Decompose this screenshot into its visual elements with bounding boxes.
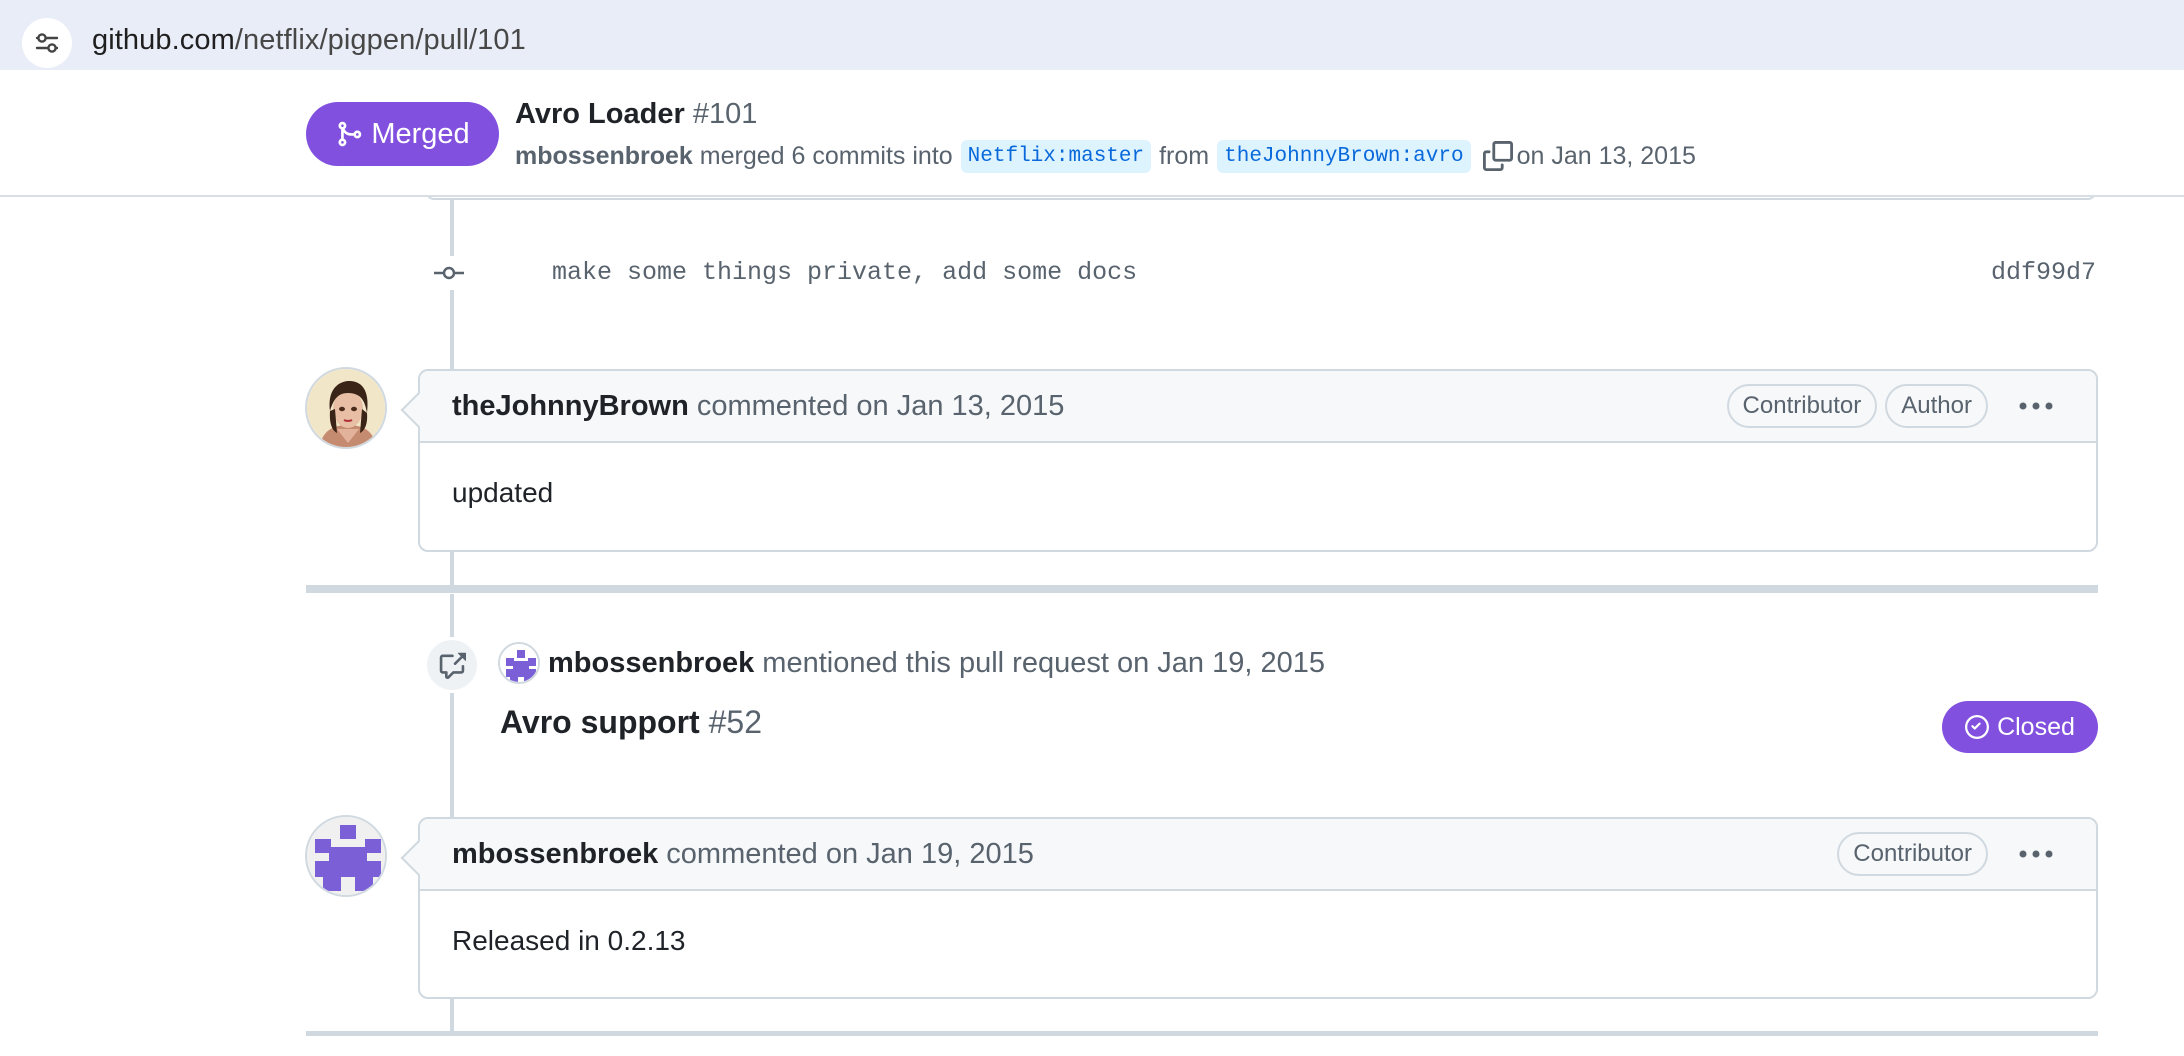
pr-title: Avro Loader #101: [515, 98, 757, 131]
head-branch-link[interactable]: theJohnnyBrown:avro: [1217, 139, 1471, 173]
kebab-horizontal-icon[interactable]: [2008, 386, 2064, 426]
mention-user-link[interactable]: mbossenbroek: [548, 647, 754, 680]
commit-sha-link[interactable]: ddf99d7: [1991, 258, 2096, 287]
url-path: /netflix/pigpen/pull/101: [234, 24, 526, 56]
merged-status-label: Merged: [371, 117, 470, 150]
base-branch-link[interactable]: Netflix:master: [960, 139, 1152, 173]
site-settings-icon[interactable]: [22, 18, 72, 68]
comment-timestamp[interactable]: commented on Jan 13, 2015: [697, 390, 1065, 423]
commit-row: make some things private, add some docs …: [430, 252, 2100, 292]
git-commit-icon: [432, 256, 466, 290]
omnibox[interactable]: github.com/netflix/pigpen/pull/101: [8, 6, 2184, 68]
avatar[interactable]: [305, 367, 387, 449]
url-host: github.com: [92, 24, 235, 56]
comment-body: updated: [452, 477, 554, 508]
mention-event: mbossenbroek mentioned this pull request…: [498, 642, 1325, 684]
comment-card: theJohnnyBrown commented on Jan 13, 2015…: [418, 369, 2098, 552]
copy-icon[interactable]: [1482, 140, 1513, 172]
referenced-pr-title: Avro support: [500, 704, 700, 740]
comment-timestamp[interactable]: commented on Jan 19, 2015: [666, 838, 1034, 871]
check-circle-icon: [1965, 715, 1990, 739]
pr-number: #101: [692, 98, 758, 130]
referenced-pr-link[interactable]: Avro support #52: [500, 704, 762, 741]
comment-header: mbossenbroek commented on Jan 19, 2015 C…: [420, 819, 2096, 891]
url-text[interactable]: github.com/netflix/pigpen/pull/101: [92, 24, 526, 57]
comment-card: mbossenbroek commented on Jan 19, 2015 C…: [418, 817, 2098, 999]
comment-header: theJohnnyBrown commented on Jan 13, 2015…: [420, 371, 2096, 443]
referenced-pr-number: #52: [708, 704, 762, 740]
comment-author-link[interactable]: theJohnnyBrown: [452, 390, 689, 423]
comment-author-link[interactable]: mbossenbroek: [452, 838, 658, 871]
comment-body: Released in 0.2.13: [452, 925, 686, 956]
avatar[interactable]: [498, 642, 540, 684]
timeline-line: [450, 996, 454, 1036]
from-text: from: [1159, 141, 1210, 170]
merger-username-link[interactable]: mbossenbroek: [515, 142, 693, 171]
mention-text: mentioned this pull request on Jan 19, 2…: [762, 646, 1325, 679]
browser-address-bar: github.com/netflix/pigpen/pull/101: [0, 0, 2184, 70]
avatar[interactable]: [305, 815, 387, 897]
merge-date: on Jan 13, 2015: [1516, 141, 1696, 170]
commit-message-link[interactable]: make some things private, add some docs: [552, 258, 1137, 287]
merged-status-badge: Merged: [306, 102, 499, 166]
pr-sticky-header: Merged Avro Loader #101 mbossenbroek mer…: [0, 78, 2184, 197]
timeline-line: [450, 594, 454, 822]
cross-reference-icon: [424, 637, 480, 693]
contributor-badge: Contributor: [1726, 384, 1878, 428]
git-merge-icon: [338, 121, 362, 147]
timeline-divider: [306, 585, 2098, 593]
timeline-divider: [306, 1031, 2098, 1036]
kebab-horizontal-icon[interactable]: [2008, 834, 2064, 874]
closed-status-label: Closed: [1997, 712, 2075, 741]
pr-title-text: Avro Loader: [515, 98, 685, 130]
pr-merge-summary: mbossenbroek merged 6 commits into Netfl…: [515, 136, 1696, 176]
contributor-badge: Contributor: [1837, 832, 1988, 876]
closed-status-badge: Closed: [1942, 701, 2098, 753]
merge-text: merged 6 commits into: [699, 141, 953, 170]
author-badge: Author: [1885, 384, 1988, 428]
